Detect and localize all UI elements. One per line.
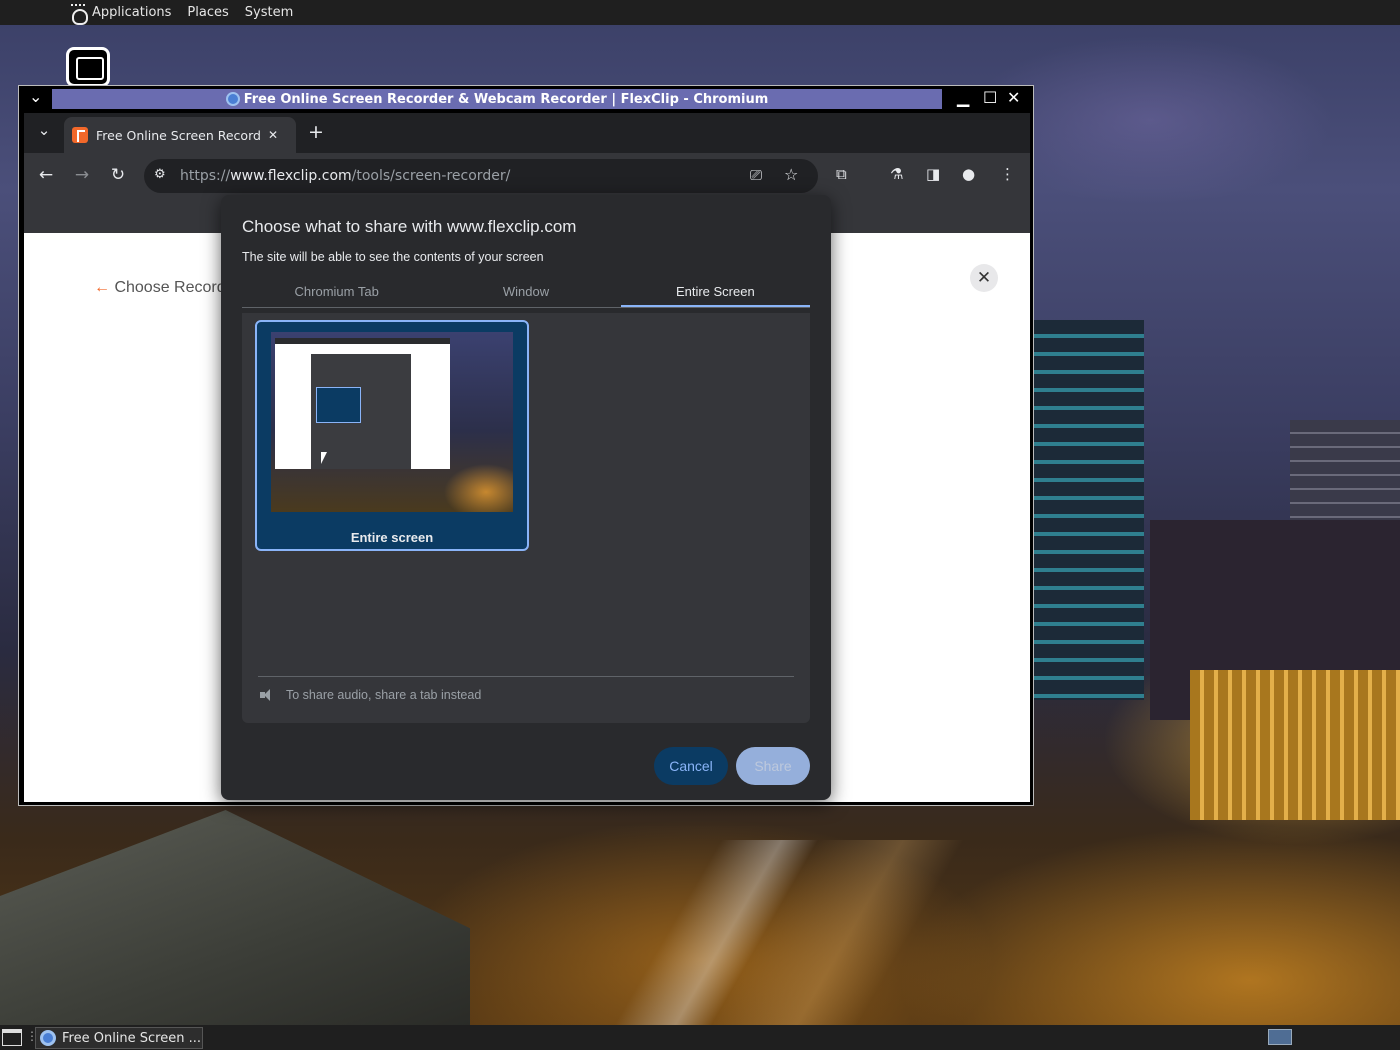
cast-screen-icon[interactable]: ⎚ [750, 166, 762, 184]
share-source-tabs: Chromium Tab Window Entire Screen [242, 278, 810, 308]
entire-screen-source[interactable]: Entire screen [255, 320, 529, 551]
window-titlebar[interactable]: ⌄ Free Online Screen Recorder & Webcam R… [19, 86, 1033, 112]
window-maximize-button[interactable]: ☐ [983, 88, 997, 107]
address-bar[interactable]: ⚙ https:// www.flexclip.com /tools/scree… [144, 159, 818, 193]
choose-record-link[interactable]: ← Choose Record [94, 279, 226, 297]
window-minimize-button[interactable]: ▁ [957, 88, 969, 107]
tab-flexclip[interactable]: Free Online Screen Recorder ✕ [64, 117, 296, 153]
url-host: www.flexclip.com [230, 168, 352, 184]
back-button[interactable]: ← [34, 165, 58, 185]
source-label: Entire screen [350, 530, 434, 545]
desktop-window-icon[interactable] [66, 47, 110, 87]
wallpaper-building [1034, 320, 1144, 700]
wallpaper-road [600, 840, 1100, 1025]
extensions-puzzle-icon[interactable]: ⧉ [836, 165, 847, 183]
tab-strip: ⌄ Free Online Screen Recorder ✕ + [24, 113, 1030, 153]
top-panel: Applications Places System [0, 0, 1400, 25]
source-list: Entire screen To share audio, share a ta… [242, 313, 810, 723]
workspace-switcher[interactable] [1268, 1029, 1292, 1045]
audio-note-text: To share audio, share a tab instead [286, 688, 482, 702]
page-close-button[interactable]: ✕ [970, 264, 998, 292]
audio-note: To share audio, share a tab instead [260, 688, 481, 702]
flexclip-favicon-icon [72, 127, 88, 143]
side-panel-icon[interactable]: ◨ [926, 165, 940, 183]
screen-thumbnail [271, 332, 513, 512]
window-title-text: Free Online Screen Recorder & Webcam Rec… [243, 91, 769, 107]
taskbar-item-label: Free Online Screen ... [62, 1030, 202, 1046]
profile-avatar-icon[interactable]: ● [962, 165, 975, 183]
system-menu[interactable]: System [245, 5, 293, 20]
new-tab-button[interactable]: + [304, 121, 328, 143]
divider [258, 676, 794, 677]
applications-menu[interactable]: Applications [68, 3, 172, 25]
dialog-title: Choose what to share with www.flexclip.c… [242, 217, 577, 236]
window-title: Free Online Screen Recorder & Webcam Rec… [52, 89, 942, 109]
wallpaper-house [0, 810, 470, 1025]
chromium-icon [225, 92, 240, 106]
wallpaper-building [1190, 670, 1400, 820]
labs-flask-icon[interactable]: ⚗ [890, 165, 903, 183]
url-path: /tools/screen-recorder/ [351, 168, 511, 184]
places-menu[interactable]: Places [187, 5, 228, 20]
share-button[interactable]: Share [736, 747, 810, 785]
tab-title: Free Online Screen Recorder [96, 127, 260, 143]
site-info-icon[interactable]: ⚙ [154, 167, 166, 182]
dialog-subtitle: The site will be able to see the content… [242, 250, 544, 264]
applications-menu-label: Applications [92, 5, 172, 20]
url-scheme: https:// [180, 168, 231, 184]
cancel-button[interactable]: Cancel [654, 747, 728, 785]
bookmark-star-icon[interactable]: ☆ [784, 165, 798, 184]
tab-chromium-tab[interactable]: Chromium Tab [242, 278, 431, 307]
bottom-taskbar: ⋮ Free Online Screen ... [0, 1025, 1400, 1050]
reload-button[interactable]: ↻ [106, 165, 130, 185]
back-arrow-icon: ← [94, 279, 110, 296]
cursor-icon [321, 452, 327, 464]
window-menu-icon[interactable]: ⌄ [29, 87, 42, 106]
taskbar-item-chromium[interactable]: Free Online Screen ... [35, 1027, 203, 1049]
chromium-icon [40, 1030, 56, 1046]
tab-entire-screen[interactable]: Entire Screen [620, 278, 810, 307]
tab-close-icon[interactable]: ✕ [268, 128, 278, 142]
gnome-foot-icon [68, 3, 88, 25]
show-desktop-icon[interactable] [2, 1029, 22, 1046]
speaker-icon [260, 688, 276, 702]
browser-menu-icon[interactable]: ⋮ [1000, 165, 1015, 183]
tab-window[interactable]: Window [431, 278, 620, 307]
screen-share-dialog: Choose what to share with www.flexclip.c… [221, 195, 831, 800]
window-close-button[interactable]: ✕ [1007, 88, 1020, 107]
tab-search-icon[interactable]: ⌄ [32, 121, 56, 139]
forward-button[interactable]: → [70, 165, 94, 185]
choose-record-label: Choose Record [114, 279, 226, 296]
